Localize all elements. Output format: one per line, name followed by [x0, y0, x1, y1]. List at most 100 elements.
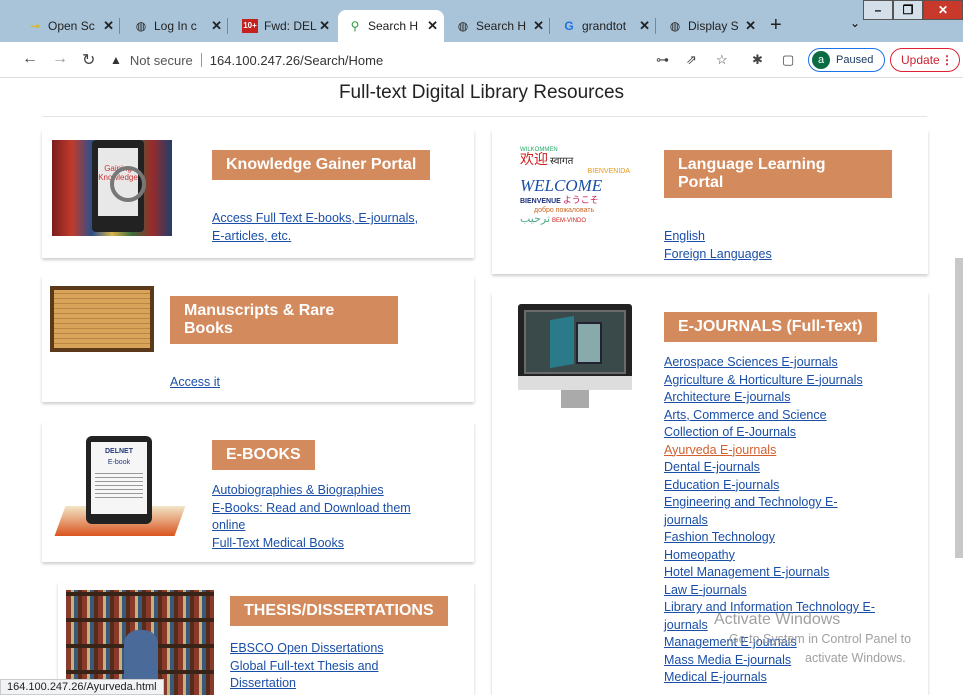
knowledge-gainer-image: Gaining Knowledge — [52, 140, 172, 236]
tab-search-home-active[interactable]: ⚲ Search H ✕ — [338, 10, 444, 42]
tab-fwd-delnet[interactable]: 10+ Fwd: DEL ✕ — [232, 10, 336, 42]
update-button[interactable]: Update ⋮ — [890, 48, 960, 72]
engineering-ejournals-link-cont[interactable]: journals — [664, 512, 875, 530]
image-text: BEM-VINDO — [552, 218, 587, 224]
tab-label: Fwd: DEL — [264, 19, 317, 33]
menu-icon[interactable]: ⋮ — [941, 49, 953, 71]
computer-monitor-image — [518, 304, 632, 410]
button-label: Manuscripts & Rare — [184, 302, 335, 319]
page-content: Full-text Digital Library Resources Gain… — [0, 78, 963, 695]
engineering-ejournals-link[interactable]: Engineering and Technology E- — [664, 494, 875, 512]
image-text: 欢迎 — [520, 151, 548, 167]
arts-commerce-science-link-cont[interactable]: Collection of E-Journals — [664, 424, 875, 442]
button-label: Books — [184, 320, 233, 337]
image-text: WELCOME — [520, 176, 603, 195]
profile-status: Paused — [836, 54, 874, 66]
autobiographies-link[interactable]: Autobiographies & Biographies — [212, 482, 411, 500]
english-link[interactable]: English — [664, 228, 772, 246]
foreign-languages-link[interactable]: Foreign Languages — [664, 246, 772, 264]
close-icon[interactable]: ✕ — [639, 18, 650, 34]
language-learning-portal-button[interactable]: Language Learning Portal — [664, 150, 892, 198]
gmail-icon: 10+ — [242, 19, 258, 33]
ebooks-card: DELNET E-book E-BOOKS Autobiographies & … — [42, 422, 474, 562]
ebooks-read-download-link-cont[interactable]: online — [212, 517, 411, 535]
thesis-dissertations-button[interactable]: THESIS/DISSERTATIONS — [230, 596, 448, 626]
aerospace-ejournals-link[interactable]: Aerospace Sciences E-journals — [664, 354, 875, 372]
extensions-icon[interactable]: ✱ — [752, 52, 763, 68]
close-icon[interactable]: ✕ — [745, 18, 756, 34]
update-label: Update — [901, 53, 940, 67]
medical-ejournals-link[interactable]: Medical E-journals — [664, 669, 875, 687]
access-full-text-link-cont[interactable]: E-articles, etc. — [212, 228, 418, 246]
welcome-languages-image: WILKOMMEN 欢迎 स्वागत BIENVENIDA WELCOME B… — [520, 146, 630, 236]
page-title: Full-text Digital Library Resources — [338, 82, 625, 103]
ayurveda-ejournals-link[interactable]: Ayurveda E-journals — [664, 442, 875, 460]
fashion-technology-link[interactable]: Fashion Technology — [664, 529, 875, 547]
minimize-button[interactable]: – — [863, 0, 893, 20]
new-tab-button[interactable]: + — [770, 14, 782, 37]
close-icon[interactable]: ✕ — [319, 18, 330, 34]
knowledge-gainer-card: Gaining Knowledge Knowledge Gainer Porta… — [42, 130, 474, 258]
warning-icon[interactable]: ▲ — [110, 53, 122, 67]
close-window-button[interactable]: ✕ — [923, 0, 963, 20]
tab-label: Display S — [688, 19, 739, 33]
arts-commerce-science-link[interactable]: Arts, Commerce and Science — [664, 407, 875, 425]
tab-strip: ⊸ Open Sc ✕ ◍ Log In c ✕ 10+ Fwd: DEL ✕ … — [0, 0, 963, 42]
key-icon: ⊸ — [29, 19, 41, 33]
security-label[interactable]: Not secure — [130, 53, 193, 68]
knowledge-gainer-portal-button[interactable]: Knowledge Gainer Portal — [212, 150, 431, 180]
agriculture-ejournals-link[interactable]: Agriculture & Horticulture E-journals — [664, 372, 875, 390]
back-arrow-icon[interactable]: ← — [22, 50, 38, 68]
ebooks-read-download-link[interactable]: E-Books: Read and Download them — [212, 500, 411, 518]
tab-label: Log In c — [154, 19, 197, 33]
close-icon[interactable]: ✕ — [427, 18, 438, 34]
image-text: E-book — [107, 459, 131, 466]
tab-label: Search H — [368, 19, 419, 33]
side-panel-icon[interactable]: ▢ — [782, 52, 794, 68]
ejournals-full-text-button[interactable]: E-JOURNALS (Full-Text) — [664, 312, 877, 342]
forward-arrow-icon[interactable]: → — [52, 50, 68, 68]
close-icon[interactable]: ✕ — [533, 18, 544, 34]
star-icon[interactable]: ☆ — [716, 52, 728, 68]
global-thesis-link[interactable]: Global Full-text Thesis and — [230, 658, 384, 676]
global-thesis-link-cont[interactable]: Dissertation — [230, 675, 384, 693]
button-label: Portal — [678, 174, 724, 191]
tab-display-s[interactable]: ◍ Display S ✕ — [658, 10, 762, 42]
tab-open-sc[interactable]: ⊸ Open Sc ✕ — [18, 10, 120, 42]
manuscripts-rare-books-button[interactable]: Manuscripts & Rare Books — [170, 296, 398, 344]
image-text: BIENVENUE — [520, 198, 561, 205]
window-controls: – ❐ ✕ — [863, 0, 963, 20]
profile-button[interactable]: a Paused — [808, 48, 885, 72]
close-icon[interactable]: ✕ — [211, 18, 222, 34]
button-label: Language Learning — [678, 156, 826, 173]
full-text-medical-books-link[interactable]: Full-Text Medical Books — [212, 535, 411, 553]
close-icon[interactable]: ✕ — [103, 18, 114, 34]
image-text: स्वागत — [549, 156, 574, 167]
education-ejournals-link[interactable]: Education E-journals — [664, 477, 875, 495]
url-text[interactable]: 164.100.247.26/Search/Home — [210, 53, 383, 68]
law-ejournals-link[interactable]: Law E-journals — [664, 582, 875, 600]
key-icon[interactable]: ⊶ — [656, 52, 669, 68]
tab-grandtotal[interactable]: G grandtot ✕ — [552, 10, 656, 42]
hotel-management-link[interactable]: Hotel Management E-journals — [664, 564, 875, 582]
access-full-text-link[interactable]: Access Full Text E-books, E-journals, — [212, 210, 418, 228]
globe-icon: ◍ — [669, 19, 681, 33]
ebook-reader-image: DELNET E-book — [54, 436, 186, 540]
share-icon[interactable]: ⇗ — [686, 52, 697, 68]
homeopathy-link[interactable]: Homeopathy — [664, 547, 875, 565]
activate-windows-hint: Go to System in Control Panel to — [729, 632, 912, 646]
restore-button[interactable]: ❐ — [893, 0, 923, 20]
language-learning-card: WILKOMMEN 欢迎 स्वागत BIENVENIDA WELCOME B… — [492, 130, 928, 274]
dental-ejournals-link[interactable]: Dental E-journals — [664, 459, 875, 477]
tab-search-chevron-icon[interactable]: ⌄ — [850, 16, 860, 30]
image-text: ようこそ — [562, 195, 599, 205]
access-it-link[interactable]: Access it — [170, 374, 220, 392]
scrollbar-thumb[interactable] — [955, 258, 963, 558]
ebsco-open-dissertations-link[interactable]: EBSCO Open Dissertations — [230, 640, 384, 658]
architecture-ejournals-link[interactable]: Architecture E-journals — [664, 389, 875, 407]
toolbar: ← → ↻ ▲ Not secure 164.100.247.26/Search… — [0, 42, 963, 78]
tab-search-h[interactable]: ◍ Search H ✕ — [446, 10, 550, 42]
tab-log-in[interactable]: ◍ Log In c ✕ — [124, 10, 228, 42]
reload-icon[interactable]: ↻ — [82, 50, 95, 70]
ebooks-button[interactable]: E-BOOKS — [212, 440, 315, 470]
